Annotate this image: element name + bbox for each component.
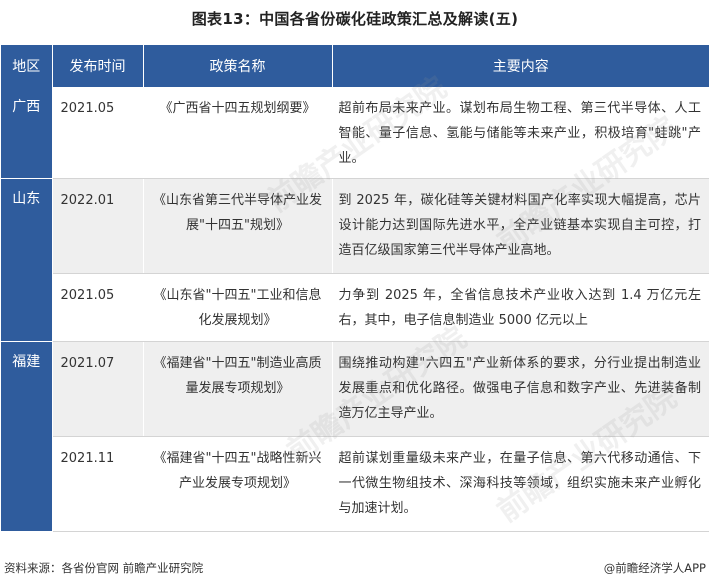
table-row: 2021.05 《山东省"十四五"工业和信息化发展规划》 力争到 2025 年，…: [1, 273, 709, 342]
footer: 资料来源：各省份官网 前瞻产业研究院 @前瞻经济学人APP: [4, 560, 706, 578]
policy-cell: 《福建省"十四五"制造业高质量发展专项规划》: [143, 341, 333, 437]
policy-cell: 《广西省十四五规划纲要》: [143, 87, 333, 179]
date-cell: 2021.07: [52, 341, 144, 437]
date-cell: 2021.05: [52, 87, 144, 179]
source-note: 资料来源：各省份官网 前瞻产业研究院: [4, 561, 204, 575]
brand-label: @前瞻经济学人APP: [603, 561, 706, 575]
date-cell: 2021.05: [52, 273, 144, 342]
date-cell: 2022.01: [52, 178, 144, 274]
region-cell: 广西: [1, 87, 53, 179]
policy-table: 地区 发布时间 政策名称 主要内容 广西 2021.05 《广西省十四五规划纲要…: [1, 45, 709, 532]
content-cell: 到 2025 年，碳化硅等关键材料国产化率实现大幅提高，芯片设计能力达到国际先进…: [332, 178, 709, 274]
header-date: 发布时间: [52, 45, 144, 87]
policy-cell: 《山东省"十四五"工业和信息化发展规划》: [143, 273, 333, 342]
date-cell: 2021.11: [52, 436, 144, 532]
region-cell: 山东: [1, 178, 53, 342]
table-row: 2021.11 《福建省"十四五"战略性新兴产业发展专项规划》 超前谋划重量级未…: [1, 436, 709, 532]
page-title: 图表13：中国各省份碳化硅政策汇总及解读(五): [191, 10, 519, 28]
table-row: 广西 2021.05 《广西省十四五规划纲要》 超前布局未来产业。谋划布局生物工…: [1, 87, 709, 179]
header-policy: 政策名称: [143, 45, 333, 87]
table-header-row: 地区 发布时间 政策名称 主要内容: [1, 45, 709, 87]
region-cell: 福建: [1, 341, 53, 532]
header-content: 主要内容: [332, 45, 709, 87]
brand-credit: @前瞻经济学人APP: [604, 560, 706, 576]
content-cell: 力争到 2025 年，全省信息技术产业收入达到 1.4 万亿元左右，其中，电子信…: [332, 273, 709, 342]
content-cell: 超前谋划重量级未来产业，在量子信息、第六代移动通信、下一代微生物组技术、深海科技…: [332, 436, 709, 532]
header-region: 地区: [1, 45, 53, 87]
policy-cell: 《福建省"十四五"战略性新兴产业发展专项规划》: [143, 436, 333, 532]
table-row: 山东 2022.01 《山东省第三代半导体产业发展"十四五"规划》 到 2025…: [1, 178, 709, 342]
table-row: 福建 2021.07 《福建省"十四五"制造业高质量发展专项规划》 围绕推动构建…: [1, 341, 709, 532]
content-cell: 围绕推动构建"六四五"产业新体系的要求，分行业提出制造业发展重点和优化路径。做强…: [332, 341, 709, 437]
content-cell: 超前布局未来产业。谋划布局生物工程、第三代半导体、人工智能、量子信息、氢能与储能…: [332, 87, 709, 179]
policy-cell: 《山东省第三代半导体产业发展"十四五"规划》: [143, 178, 333, 274]
